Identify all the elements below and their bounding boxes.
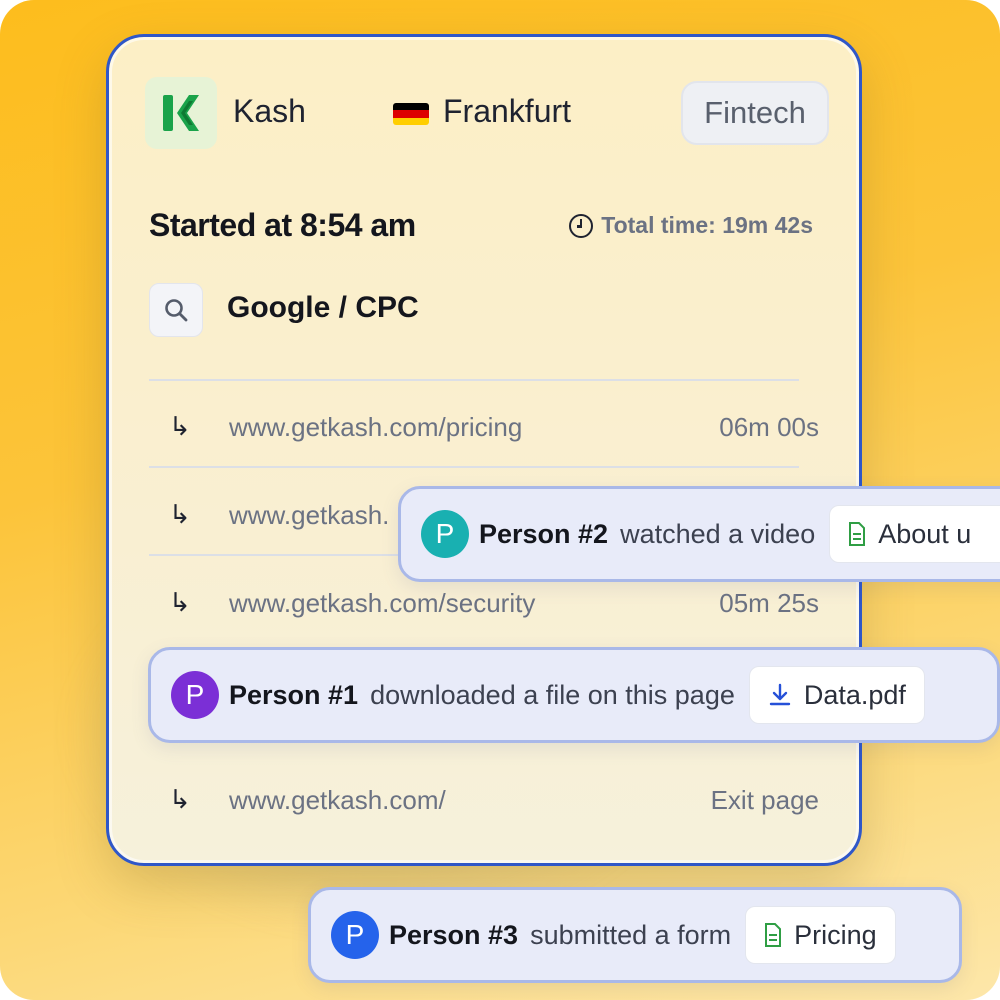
- arrow-return-icon: ↳: [169, 500, 191, 530]
- person-avatar: P: [331, 911, 379, 959]
- total-time-label: Total time: 19m 42s: [601, 212, 813, 238]
- arrow-return-icon: ↳: [169, 785, 191, 815]
- event-pill[interactable]: P Person #1 downloaded a file on this pa…: [148, 647, 1000, 743]
- background-frame: Kash Frankfurt Fintech Started at 8:54 a…: [0, 0, 1000, 1000]
- visit-row[interactable]: ↳ www.getkash.com/security 05m 25s: [169, 583, 819, 623]
- traffic-source: Google / CPC: [227, 291, 419, 324]
- total-time: Total time: 19m 42s: [569, 212, 813, 239]
- person-avatar: P: [171, 671, 219, 719]
- germany-flag-icon: [393, 103, 429, 125]
- attachment-chip[interactable]: Pricing: [745, 906, 896, 964]
- document-icon: [849, 522, 866, 546]
- download-icon: [769, 683, 791, 706]
- company-city: Frankfurt: [443, 93, 572, 129]
- visit-row[interactable]: ↳ www.getkash.com/pricing 06m 00s: [169, 407, 819, 447]
- document-icon: [765, 923, 782, 947]
- arrow-return-icon: ↳: [169, 412, 191, 442]
- arrow-return-icon: ↳: [169, 588, 191, 618]
- event-pill[interactable]: P Person #2 watched a video About u: [398, 486, 1000, 582]
- person-name[interactable]: Person #2: [479, 519, 608, 550]
- company-name: Kash: [233, 93, 306, 129]
- kash-logo-icon: [145, 77, 217, 149]
- attachment-label: Data.pdf: [803, 679, 906, 710]
- visit-duration: 05m 25s: [719, 587, 819, 618]
- event-action: watched a video: [620, 518, 816, 549]
- visit-url[interactable]: www.getkash.com/pricing: [229, 412, 522, 443]
- attachment-chip[interactable]: About u: [829, 505, 1000, 563]
- attachment-label: Pricing: [794, 919, 877, 950]
- visit-duration: 06m 00s: [719, 411, 819, 442]
- divider: [149, 379, 799, 381]
- industry-tag[interactable]: Fintech: [681, 81, 829, 145]
- visit-url[interactable]: www.getkash.com/security: [229, 588, 535, 619]
- search-icon: [149, 283, 203, 337]
- divider: [149, 466, 799, 468]
- clock-icon: [569, 213, 594, 238]
- visit-url[interactable]: www.getkash.: [229, 500, 389, 531]
- attachment-label: About u: [878, 518, 972, 549]
- visit-exit-label: Exit page: [710, 784, 819, 815]
- person-name[interactable]: Person #3: [389, 920, 518, 951]
- attachment-chip[interactable]: Data.pdf: [748, 666, 925, 724]
- visit-url[interactable]: www.getkash.com/: [229, 785, 446, 816]
- person-avatar: P: [421, 510, 469, 558]
- event-pill[interactable]: P Person #3 submitted a form Pricing: [308, 887, 962, 983]
- event-action: downloaded a file on this page: [370, 679, 735, 710]
- session-start-time: Started at 8:54 am: [149, 207, 416, 243]
- person-name[interactable]: Person #1: [229, 680, 358, 711]
- visit-row[interactable]: ↳ www.getkash.com/ Exit page: [169, 780, 819, 820]
- event-action: submitted a form: [530, 919, 732, 950]
